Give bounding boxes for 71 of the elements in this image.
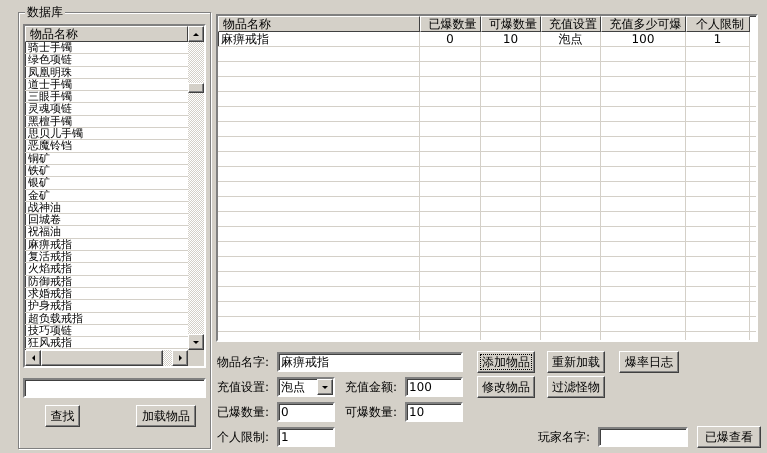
list-item[interactable]: 求婚戒指 (25, 288, 188, 300)
list-item[interactable]: 恶魔铃铛 (25, 140, 188, 153)
list-item[interactable]: 技巧项链 (25, 324, 188, 338)
field-label: 充值设置: (217, 378, 270, 396)
list-item[interactable]: 祝福油 (25, 226, 188, 239)
scroll-thumb[interactable] (188, 83, 204, 93)
list-item[interactable]: 护身戒指 (25, 300, 188, 313)
form-button[interactable]: 添加物品 (477, 351, 535, 373)
list-item[interactable]: 凤凰明珠 (25, 66, 188, 79)
column-header[interactable]: 物品名称 (218, 16, 420, 32)
column-header[interactable]: 已爆数量 (420, 16, 481, 32)
personal-limit-field[interactable]: 1 (277, 427, 335, 447)
item-name-field[interactable]: 麻痹戒指 (277, 352, 463, 372)
field-label: 个人限制: (217, 428, 270, 446)
list-item[interactable]: 防御戒指 (25, 276, 188, 288)
form-button[interactable]: 修改物品 (477, 376, 535, 398)
table-cell: 麻痹戒指 (218, 32, 420, 47)
column-header[interactable]: 充值设置 (541, 16, 601, 32)
field-label: 已爆数量: (217, 404, 270, 420)
list-item[interactable]: 铜矿 (25, 152, 188, 165)
find-button[interactable]: 查找 (45, 405, 80, 427)
table-cell: 泡点 (541, 32, 601, 47)
form-button[interactable]: 重新加载 (547, 351, 605, 373)
table-cell: 0 (420, 32, 481, 47)
field-label: 充值金额: (345, 378, 398, 396)
search-field[interactable] (23, 378, 206, 398)
list-item[interactable]: 复活戒指 (25, 251, 188, 264)
list-item[interactable]: 黑檀手镯 (25, 116, 188, 128)
column-header[interactable]: 个人限制 (686, 16, 750, 32)
list-item[interactable]: 超负载戒指 (25, 312, 188, 325)
list-item[interactable]: 麻痹戒指 (25, 238, 188, 252)
list-item[interactable]: 骑士手镯 (25, 42, 188, 54)
field-label: 物品名字: (217, 354, 270, 370)
column-header[interactable]: 充值多少可爆 (601, 16, 686, 32)
list-item[interactable]: 狂风戒指 (25, 337, 188, 350)
table-cell: 100 (601, 32, 686, 47)
field-label: 可爆数量: (345, 404, 398, 420)
droppable-count-field[interactable]: 10 (405, 402, 463, 422)
right-arrow-icon (176, 354, 184, 362)
dropped-count-field[interactable]: 0 (277, 402, 335, 422)
list-item[interactable]: 思贝儿手镯 (25, 128, 188, 140)
scroll-thumb[interactable] (41, 350, 163, 366)
form-button[interactable]: 过滤怪物 (547, 376, 605, 398)
recharge-amount-field[interactable]: 100 (405, 377, 463, 397)
horizontal-scrollbar[interactable] (25, 350, 188, 366)
up-arrow-icon (192, 30, 200, 38)
table-cell: 1 (686, 32, 750, 47)
list-item[interactable]: 战神油 (25, 202, 188, 214)
form-button[interactable]: 已爆查看 (697, 426, 761, 448)
down-arrow-icon (192, 338, 200, 346)
list-item[interactable]: 三眼手镯 (25, 91, 188, 104)
list-item[interactable]: 火焰戒指 (25, 263, 188, 276)
recharge-setting-dropdown[interactable]: 泡点 (277, 377, 335, 397)
list-item[interactable]: 绿色项链 (25, 54, 188, 67)
list-item[interactable]: 回城卷 (25, 214, 188, 226)
list-item[interactable]: 金矿 (25, 190, 188, 202)
field-label: 玩家名字: (538, 428, 592, 446)
list-item[interactable]: 灵魂项链 (25, 103, 188, 116)
list-item[interactable]: 道士手镯 (25, 78, 188, 92)
form-button[interactable]: 爆率日志 (619, 351, 679, 373)
scrollbar-corner (188, 350, 204, 366)
list-header[interactable]: 物品名称 (25, 26, 188, 42)
list-item[interactable]: 银矿 (25, 177, 188, 190)
load-items-button[interactable]: 加载物品 (136, 405, 196, 427)
dropdown-arrow-icon (321, 383, 329, 391)
vertical-scrollbar[interactable] (188, 26, 204, 350)
table-cell: 10 (481, 32, 541, 47)
player-name-field[interactable] (598, 427, 688, 447)
group-title: 数据库 (25, 5, 65, 19)
list-item[interactable]: 铁矿 (25, 164, 188, 178)
column-header[interactable]: 可爆数量 (481, 16, 541, 32)
